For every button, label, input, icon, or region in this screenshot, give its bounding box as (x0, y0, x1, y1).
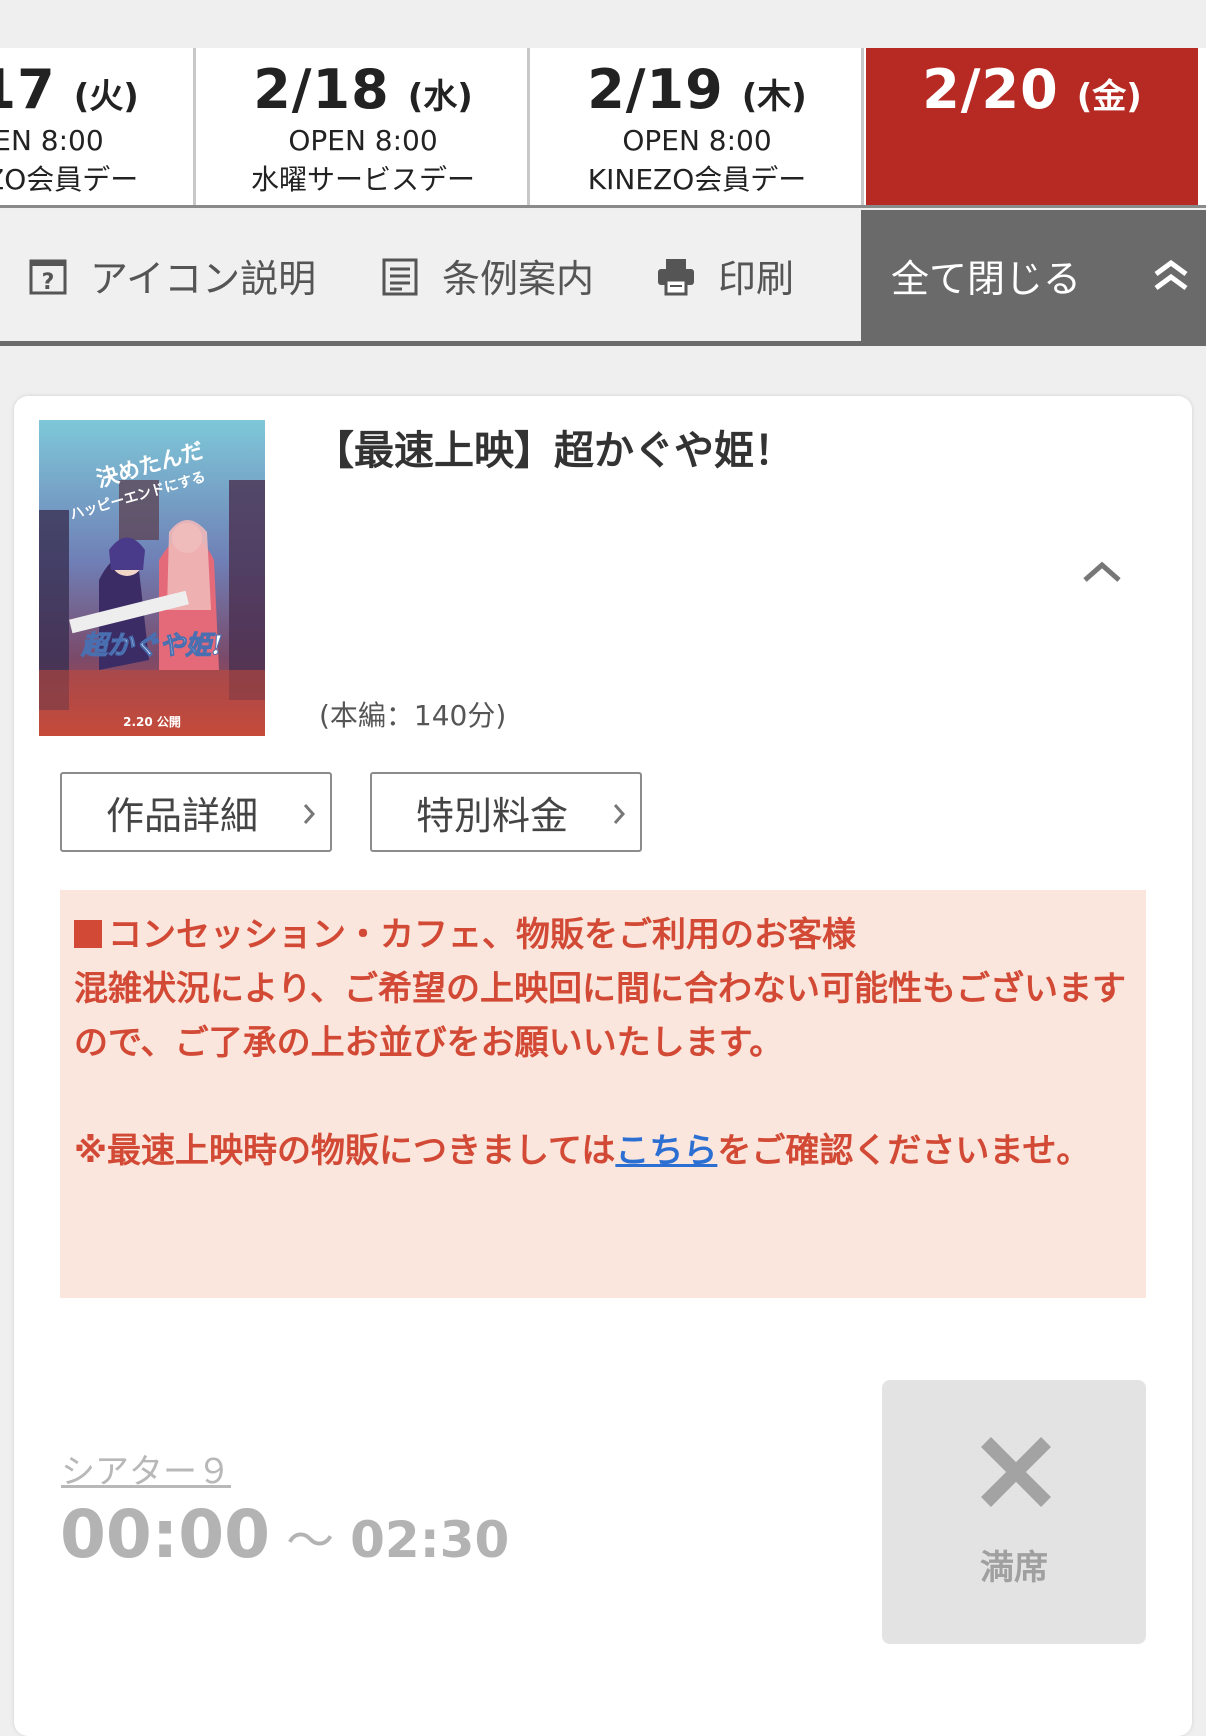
day-of-week: (金) (1076, 77, 1142, 117)
open-time: OPEN 8:00 (0, 124, 104, 157)
movie-details-button[interactable]: 作品詳細 (60, 772, 332, 852)
ordinance-button[interactable]: 条例案内 (380, 210, 594, 341)
cross-icon (981, 1437, 1051, 1507)
day-of-week: (火) (73, 77, 139, 117)
notice-box: コンセッション・カフェ、物販をご利用のお客様 混雑状況により、ご希望の上映回に間… (60, 890, 1146, 1298)
date-tab-2-19[interactable]: 2/19 (木) OPEN 8:00 KINEZO会員デー (533, 48, 864, 205)
chevron-right-icon (303, 804, 316, 824)
double-chevron-up-icon (1154, 259, 1188, 291)
showtime: 00:00 ～ 02:30 (60, 1496, 509, 1573)
start-time: 00:00 (60, 1496, 271, 1573)
close-all-label: 全て閉じる (891, 257, 1082, 301)
date-label: 2/19 (587, 58, 724, 121)
document-icon (382, 258, 418, 295)
notice-heading: コンセッション・カフェ、物販をご利用のお客様 (108, 915, 856, 955)
question-box-icon: ? (29, 259, 67, 295)
chevron-up-icon[interactable] (1079, 556, 1125, 586)
toolbar: ? アイコン説明 条例案内 印刷 全て閉じる (0, 210, 1206, 346)
movie-details-label: 作品詳細 (106, 793, 259, 838)
ordinance-label: 条例案内 (442, 257, 595, 301)
square-bullet-icon (74, 920, 102, 948)
printer-icon (658, 258, 694, 295)
chevron-right-icon (613, 804, 626, 824)
open-time: OPEN 8:00 (288, 124, 438, 157)
date-tab-2-18[interactable]: 2/18 (水) OPEN 8:00 水曜サービスデー (199, 48, 530, 205)
notice-note-prefix: ※最速上映時の物販につきましては (74, 1131, 616, 1171)
date-label: 2/18 (253, 58, 390, 121)
merch-info-link[interactable]: こちら (615, 1131, 717, 1171)
date-tab-2-17[interactable]: 2/17 (火) OPEN 8:00 KINEZO会員デー (0, 48, 196, 205)
poster-art: 決めたんだ ハッピーエンドにする 超かぐや姫! 2.20 公開 (39, 420, 265, 736)
movie-card: 決めたんだ ハッピーエンドにする 超かぐや姫! 2.20 公開 【最速上映】超か… (14, 396, 1192, 1736)
svg-text:?: ? (42, 270, 55, 295)
day-note: 水曜サービスデー (250, 163, 475, 196)
day-of-week: (水) (407, 77, 473, 117)
date-label: 2/20 (922, 58, 1059, 121)
sold-out-label: 満席 (980, 1548, 1048, 1588)
day-note: KINEZO会員デー (0, 163, 139, 196)
print-label: 印刷 (718, 257, 795, 301)
poster-logo: 超かぐや姫! (80, 631, 222, 661)
special-price-label: 特別料金 (416, 793, 569, 838)
poster-release-date: 2.20 公開 (123, 715, 181, 729)
open-time: OPEN 8:00 (622, 124, 772, 157)
day-of-week: (木) (741, 77, 807, 117)
date-tabs: 2/17 (火) OPEN 8:00 KINEZO会員デー 2/18 (水) OPE… (0, 48, 1206, 208)
end-time: 02:30 (350, 1511, 510, 1569)
notice-body: 混雑状況により、ご希望の上映回に間に合わない可能性もございますので、ご了承の上お… (74, 969, 1126, 1063)
print-button[interactable]: 印刷 (656, 210, 794, 341)
close-all-button[interactable]: 全て閉じる (861, 210, 1206, 341)
notice-note-suffix: をご確認くださいませ。 (717, 1131, 1091, 1171)
time-separator: ～ (286, 1513, 335, 1569)
icon-help-button[interactable]: ? アイコン説明 (28, 210, 316, 341)
day-note: KINEZO会員デー (587, 163, 807, 196)
icon-help-label: アイコン説明 (90, 257, 317, 301)
movie-title: 【最速上映】超かぐや姫！ (314, 428, 794, 474)
date-label: 2/17 (0, 58, 56, 121)
runtime: (本編：140分) (319, 699, 507, 732)
theater-link[interactable]: シアター９ (61, 1444, 231, 1493)
sold-out-button[interactable]: 満席 (882, 1380, 1146, 1644)
date-tab-2-20[interactable]: 2/20 (金) (866, 48, 1198, 205)
special-price-button[interactable]: 特別料金 (370, 772, 642, 852)
movie-poster[interactable]: 決めたんだ ハッピーエンドにする 超かぐや姫! 2.20 公開 (39, 420, 265, 736)
